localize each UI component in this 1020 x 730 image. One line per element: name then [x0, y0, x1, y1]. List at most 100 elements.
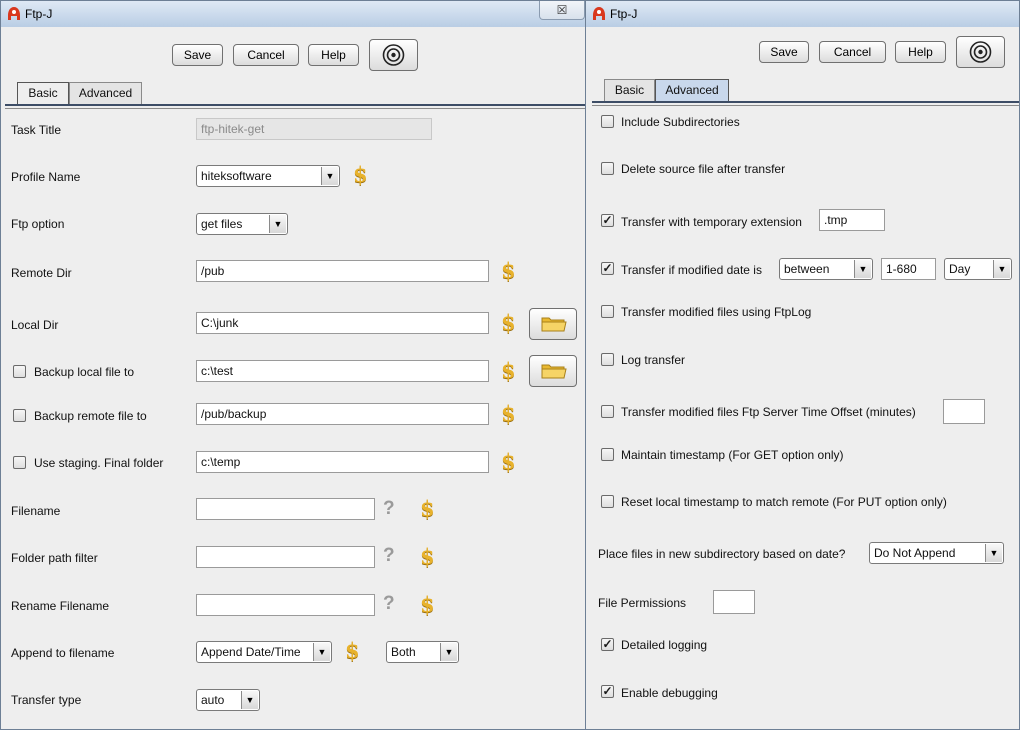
question-icon[interactable]: ?: [383, 545, 395, 567]
app-icon: [593, 7, 605, 20]
dropdown-arrow-icon: ▼: [321, 167, 338, 185]
log-transfer-checkbox[interactable]: [601, 353, 614, 366]
subdir-date-label: Place files in new subdirectory based on…: [598, 547, 846, 561]
server-offset-input[interactable]: [943, 399, 985, 424]
modified-date-checkbox[interactable]: ✓: [601, 262, 614, 275]
rename-filename-input[interactable]: [196, 594, 375, 616]
browse-local-dir-button[interactable]: [529, 308, 577, 340]
task-title-label: Task Title: [11, 123, 62, 137]
backup-remote-checkbox[interactable]: [13, 409, 26, 422]
local-dir-input[interactable]: C:\junk: [196, 312, 489, 334]
question-icon[interactable]: ?: [383, 593, 395, 615]
append-filename-select[interactable]: Append Date/Time ▼: [196, 641, 332, 663]
subdir-date-select[interactable]: Do Not Append ▼: [869, 542, 1004, 564]
right-titlebar: Ftp-J: [586, 1, 1019, 27]
delete-source-label: Delete source file after transfer: [621, 162, 786, 176]
backup-remote-label: Backup remote file to: [34, 409, 147, 423]
left-titlebar: Ftp-J ☒: [1, 1, 587, 27]
dropdown-arrow-icon: ▼: [241, 691, 258, 709]
modified-date-unit-value: Day: [949, 262, 971, 276]
screen-button[interactable]: [369, 39, 418, 71]
tab-basic[interactable]: Basic: [604, 79, 655, 101]
temp-ext-input[interactable]: .tmp: [819, 209, 885, 231]
append-filename-label: Append to filename: [11, 646, 115, 660]
detailed-logging-checkbox[interactable]: ✓: [601, 638, 614, 651]
ftp-option-value: get files: [201, 217, 243, 231]
ftplog-checkbox[interactable]: [601, 305, 614, 318]
screen-button[interactable]: [956, 36, 1005, 68]
dropdown-arrow-icon: ▼: [993, 260, 1010, 278]
dropdown-arrow-icon: ▼: [985, 544, 1002, 562]
subdir-date-value: Do Not Append: [874, 546, 956, 560]
filename-input[interactable]: [196, 498, 375, 520]
folder-path-filter-input[interactable]: [196, 546, 375, 568]
dollar-icon[interactable]: $: [501, 310, 516, 335]
save-button[interactable]: Save: [759, 41, 809, 63]
file-permissions-label: File Permissions: [598, 596, 687, 610]
modified-date-range-input[interactable]: 1-680: [881, 258, 936, 280]
file-permissions-input[interactable]: [713, 590, 755, 614]
dollar-icon[interactable]: $: [345, 638, 360, 663]
delete-source-checkbox[interactable]: [601, 162, 614, 175]
detailed-logging-label: Detailed logging: [621, 638, 708, 652]
dollar-icon[interactable]: $: [501, 449, 516, 474]
reset-timestamp-checkbox[interactable]: [601, 495, 614, 508]
dollar-icon[interactable]: $: [501, 358, 516, 383]
transfer-type-label: Transfer type: [11, 693, 82, 707]
dollar-icon[interactable]: $: [501, 258, 516, 283]
dollar-icon[interactable]: $: [501, 401, 516, 426]
backup-local-input[interactable]: c:\test: [196, 360, 489, 382]
rename-filename-label: Rename Filename: [11, 599, 110, 613]
temp-ext-label: Transfer with temporary extension: [621, 215, 802, 229]
help-button[interactable]: Help: [895, 41, 946, 63]
remote-dir-input[interactable]: /pub: [196, 260, 489, 282]
cancel-button[interactable]: Cancel: [233, 44, 299, 66]
temp-ext-checkbox[interactable]: ✓: [601, 214, 614, 227]
profile-name-select[interactable]: hiteksoftware ▼: [196, 165, 340, 187]
browse-backup-local-button[interactable]: [529, 355, 577, 387]
tab-divider: [5, 104, 587, 106]
save-button[interactable]: Save: [172, 44, 223, 66]
append-filename-value: Append Date/Time: [201, 645, 301, 659]
tab-advanced[interactable]: Advanced: [69, 82, 142, 104]
maintain-timestamp-checkbox[interactable]: [601, 448, 614, 461]
modified-date-unit-select[interactable]: Day ▼: [944, 258, 1012, 280]
transfer-type-select[interactable]: auto ▼: [196, 689, 260, 711]
close-icon[interactable]: ☒: [539, 1, 585, 20]
dollar-icon[interactable]: $: [420, 592, 435, 617]
dollar-icon[interactable]: $: [353, 162, 368, 187]
backup-local-label: Backup local file to: [34, 365, 135, 379]
log-transfer-label: Log transfer: [621, 353, 686, 367]
reset-timestamp-label: Reset local timestamp to match remote (F…: [621, 495, 947, 509]
dropdown-arrow-icon: ▼: [854, 260, 871, 278]
tab-advanced[interactable]: Advanced: [655, 79, 729, 101]
append-position-value: Both: [391, 645, 416, 659]
help-button[interactable]: Help: [308, 44, 359, 66]
include-subdirs-checkbox[interactable]: [601, 115, 614, 128]
append-position-select[interactable]: Both ▼: [386, 641, 459, 663]
app-icon: [8, 7, 20, 20]
tab-basic[interactable]: Basic: [17, 82, 69, 104]
server-offset-label: Transfer modified files Ftp Server Time …: [621, 405, 916, 419]
enable-debugging-checkbox[interactable]: ✓: [601, 685, 614, 698]
staging-folder-input[interactable]: c:\temp: [196, 451, 489, 473]
server-offset-checkbox[interactable]: [601, 405, 614, 418]
transfer-type-value: auto: [201, 693, 225, 707]
question-icon[interactable]: ?: [383, 498, 395, 520]
maintain-timestamp-label: Maintain timestamp (For GET option only): [621, 448, 844, 462]
staging-checkbox[interactable]: [13, 456, 26, 469]
backup-local-checkbox[interactable]: [13, 365, 26, 378]
dropdown-arrow-icon: ▼: [269, 215, 286, 233]
ftp-option-label: Ftp option: [11, 217, 65, 231]
modified-date-op-select[interactable]: between ▼: [779, 258, 873, 280]
backup-remote-input[interactable]: /pub/backup: [196, 403, 489, 425]
dollar-icon[interactable]: $: [420, 496, 435, 521]
right-ftpj-window: Ftp-J Save Cancel Help Basic Advanced In…: [585, 0, 1020, 730]
profile-name-value: hiteksoftware: [201, 169, 272, 183]
ftp-option-select[interactable]: get files ▼: [196, 213, 288, 235]
enable-debugging-label: Enable debugging: [621, 686, 718, 700]
cancel-button[interactable]: Cancel: [819, 41, 886, 63]
local-dir-label: Local Dir: [11, 318, 59, 332]
ftplog-label: Transfer modified files using FtpLog: [621, 305, 812, 319]
dollar-icon[interactable]: $: [420, 544, 435, 569]
